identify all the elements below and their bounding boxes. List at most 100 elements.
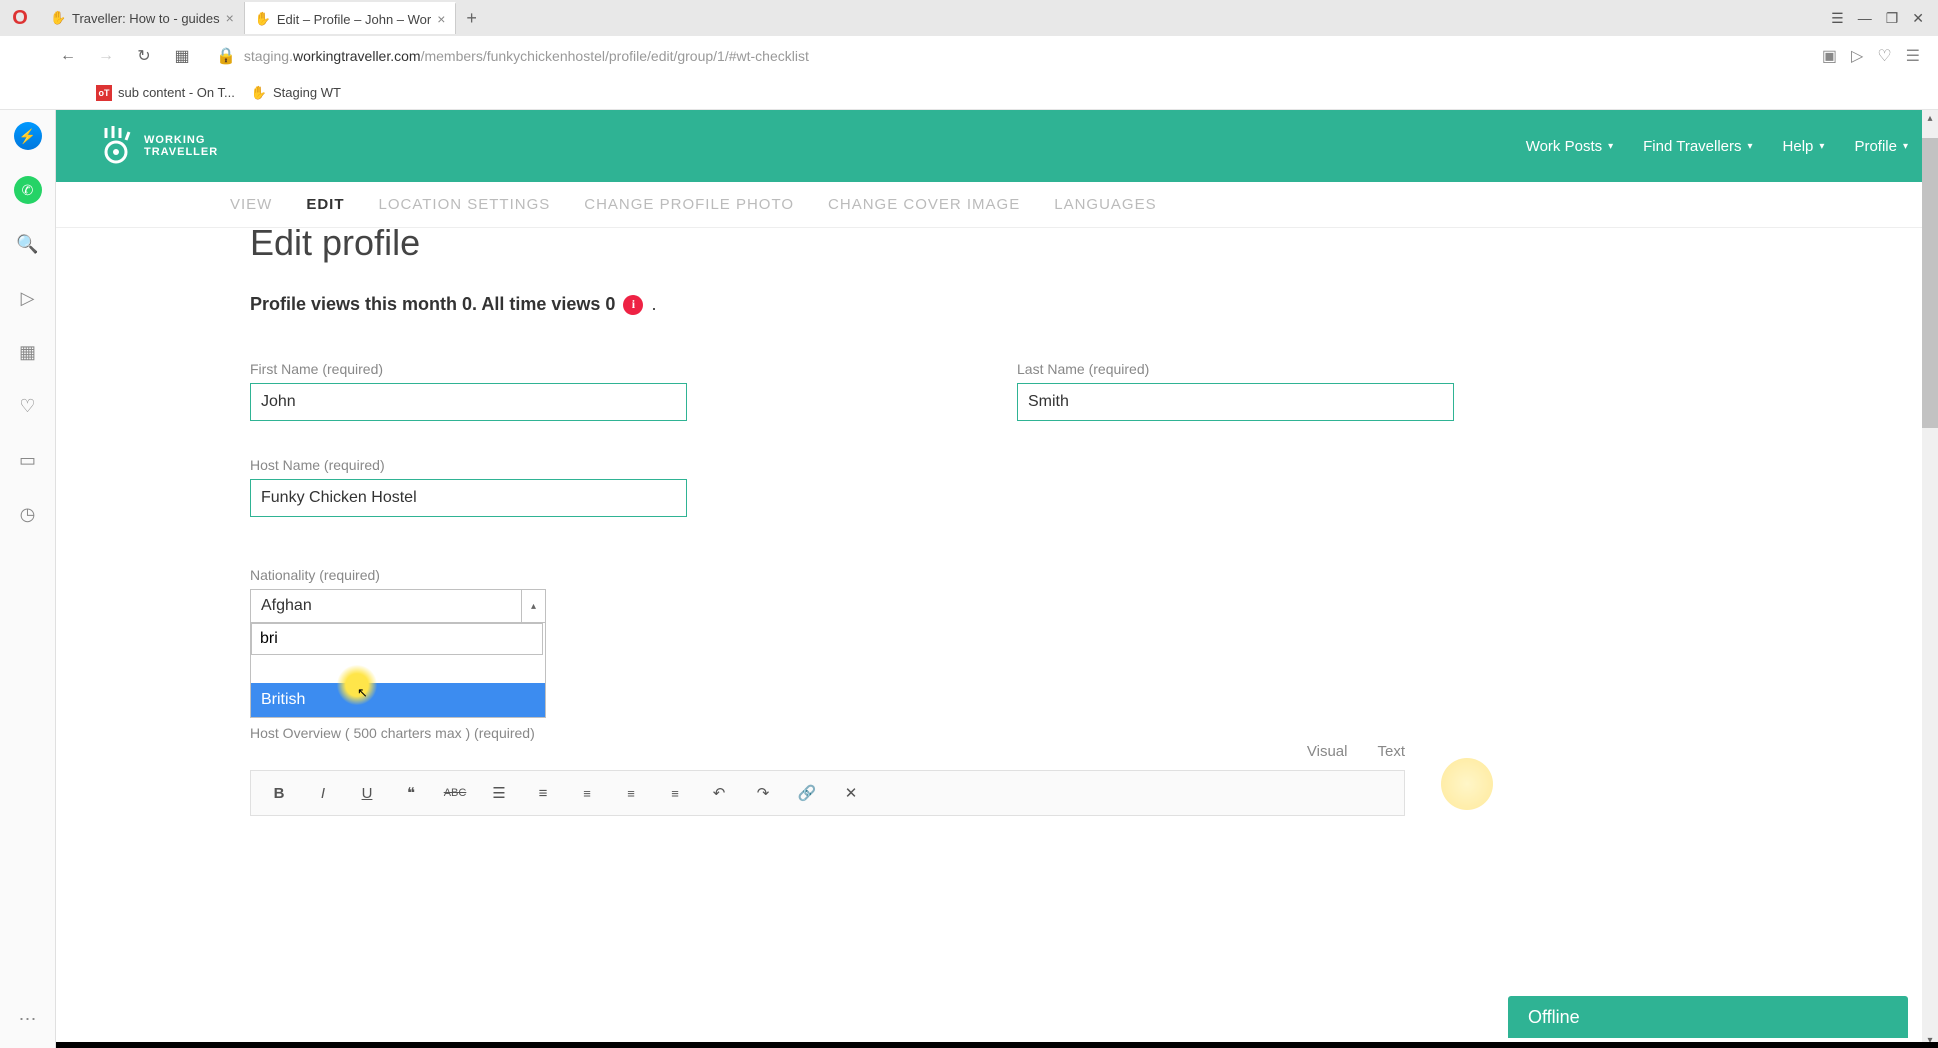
field-host-name: Host Name (required) bbox=[250, 457, 1938, 517]
history-icon[interactable]: ◷ bbox=[14, 500, 42, 528]
italic-button[interactable]: I bbox=[305, 777, 341, 809]
site-logo[interactable]: WORKING TRAVELLER bbox=[96, 126, 218, 166]
bookmark-2[interactable]: ✋ Staging WT bbox=[251, 85, 341, 101]
editor-tab-text[interactable]: Text bbox=[1377, 743, 1405, 760]
nav-help[interactable]: Help ▾ bbox=[1783, 138, 1825, 155]
nav-label: Work Posts bbox=[1526, 138, 1602, 155]
subnav-change-photo[interactable]: CHANGE PROFILE PHOTO bbox=[584, 196, 794, 213]
site-header: WORKING TRAVELLER Work Posts ▾ Find Trav… bbox=[56, 110, 1938, 182]
field-nationality: Nationality (required) Afghan ▴ British … bbox=[250, 567, 1938, 623]
link-button[interactable]: 🔗 bbox=[789, 777, 825, 809]
align-left-button[interactable]: ≡ bbox=[569, 777, 605, 809]
bookmark-icon: oT bbox=[96, 85, 112, 101]
caret-up-icon[interactable]: ▴ bbox=[521, 590, 545, 622]
snapshot-icon[interactable]: ▣ bbox=[1822, 46, 1837, 66]
last-name-input[interactable] bbox=[1017, 383, 1454, 421]
fullscreen-button[interactable]: ✕ bbox=[833, 777, 869, 809]
minimize-button[interactable]: — bbox=[1858, 10, 1872, 26]
subnav-edit[interactable]: EDIT bbox=[306, 196, 344, 213]
bookmark-label: sub content - On T... bbox=[118, 85, 235, 100]
news-icon[interactable]: ▭ bbox=[14, 446, 42, 474]
close-icon[interactable]: × bbox=[437, 11, 445, 27]
select-search-input[interactable] bbox=[251, 623, 543, 655]
select-option-blank[interactable] bbox=[251, 655, 545, 683]
tab-1[interactable]: ✋ Traveller: How to - guides × bbox=[40, 2, 245, 34]
subnav-view[interactable]: VIEW bbox=[230, 196, 272, 213]
subnav-languages[interactable]: LANGUAGES bbox=[1054, 196, 1156, 213]
nav-profile[interactable]: Profile ▾ bbox=[1854, 138, 1908, 155]
editor-tabs: Visual Text bbox=[250, 743, 1405, 760]
search-icon[interactable]: 🔍 bbox=[14, 230, 42, 258]
close-icon[interactable]: × bbox=[226, 10, 234, 26]
align-center-button[interactable]: ≡ bbox=[613, 777, 649, 809]
chat-widget[interactable]: Offline bbox=[1508, 996, 1908, 1038]
reload-button[interactable]: ↻ bbox=[130, 42, 158, 70]
select-dropdown: British ↖ bbox=[250, 623, 546, 718]
subnav-location-settings[interactable]: LOCATION SETTINGS bbox=[379, 196, 551, 213]
close-window-button[interactable]: ✕ bbox=[1912, 10, 1924, 27]
field-first-name: First Name (required) bbox=[250, 361, 687, 421]
align-right-button[interactable]: ≡ bbox=[657, 777, 693, 809]
nav-work-posts[interactable]: Work Posts ▾ bbox=[1526, 138, 1613, 155]
quote-button[interactable]: ❝ bbox=[393, 777, 429, 809]
select-option-british[interactable]: British ↖ bbox=[251, 683, 545, 717]
address-bar[interactable]: 🔒 staging.workingtraveller.com/members/f… bbox=[206, 46, 1802, 66]
stats-dot: . bbox=[651, 294, 656, 315]
bookmark-label: Staging WT bbox=[273, 85, 341, 100]
editor-tab-visual[interactable]: Visual bbox=[1307, 743, 1348, 760]
messenger-icon[interactable]: ⚡ bbox=[14, 122, 42, 150]
tab-title: Edit – Profile – John – Wor bbox=[277, 12, 431, 27]
scrollbar[interactable]: ▴ ▾ bbox=[1922, 110, 1938, 1048]
nav-find-travellers[interactable]: Find Travellers ▾ bbox=[1643, 138, 1752, 155]
scrollbar-thumb[interactable] bbox=[1922, 138, 1938, 428]
bullet-list-button[interactable]: ☰ bbox=[481, 777, 517, 809]
chat-status: Offline bbox=[1528, 1007, 1580, 1028]
speed-dial-button[interactable]: ▦ bbox=[168, 42, 196, 70]
first-name-input[interactable] bbox=[250, 383, 687, 421]
forward-button[interactable]: → bbox=[92, 42, 120, 70]
browser-chrome: O ✋ Traveller: How to - guides × ✋ Edit … bbox=[0, 0, 1938, 111]
tab-title: Traveller: How to - guides bbox=[72, 11, 220, 26]
info-icon[interactable]: i bbox=[623, 295, 643, 315]
select-display[interactable]: Afghan ▴ bbox=[250, 589, 546, 623]
subnav-change-cover[interactable]: CHANGE COVER IMAGE bbox=[828, 196, 1020, 213]
whatsapp-icon[interactable]: ✆ bbox=[14, 176, 42, 204]
maximize-button[interactable]: ❐ bbox=[1886, 10, 1899, 27]
number-list-button[interactable]: ≡ bbox=[525, 777, 561, 809]
heart-icon[interactable]: ♡ bbox=[14, 392, 42, 420]
profile-stats: Profile views this month 0. All time vie… bbox=[250, 294, 1938, 315]
host-name-input[interactable] bbox=[250, 479, 687, 517]
lock-icon: 🔒 bbox=[216, 46, 236, 66]
undo-button[interactable]: ↶ bbox=[701, 777, 737, 809]
more-icon[interactable]: ⋯ bbox=[19, 1009, 37, 1030]
nav-label: Profile bbox=[1854, 138, 1897, 155]
send-icon[interactable]: ▷ bbox=[1851, 46, 1863, 66]
sidebar-setup-icon[interactable]: ☰ bbox=[1906, 46, 1920, 66]
chevron-down-icon: ▾ bbox=[1819, 141, 1824, 152]
bookmark-1[interactable]: oT sub content - On T... bbox=[96, 85, 235, 101]
nav-label: Help bbox=[1783, 138, 1814, 155]
underline-button[interactable]: U bbox=[349, 777, 385, 809]
tabs-row: ✋ Traveller: How to - guides × ✋ Edit – … bbox=[40, 0, 1817, 36]
strikethrough-button[interactable]: ABC bbox=[437, 777, 473, 809]
nationality-select[interactable]: Afghan ▴ British ↖ bbox=[250, 589, 546, 623]
opera-logo[interactable]: O bbox=[0, 0, 40, 36]
easy-setup-icon[interactable]: ☰ bbox=[1831, 10, 1844, 27]
option-label: British bbox=[261, 691, 305, 708]
select-value: Afghan bbox=[261, 597, 312, 615]
flow-icon[interactable]: ▷ bbox=[14, 284, 42, 312]
taskbar-edge bbox=[56, 1042, 1938, 1048]
bold-button[interactable]: B bbox=[261, 777, 297, 809]
heart-icon[interactable]: ♡ bbox=[1877, 46, 1891, 66]
speed-dial-icon[interactable]: ▦ bbox=[14, 338, 42, 366]
back-button[interactable]: ← bbox=[54, 42, 82, 70]
new-tab-button[interactable]: + bbox=[456, 8, 487, 29]
bookmarks-bar: oT sub content - On T... ✋ Staging WT bbox=[0, 76, 1938, 110]
nav-label: Find Travellers bbox=[1643, 138, 1741, 155]
tab-2[interactable]: ✋ Edit – Profile – John – Wor × bbox=[245, 2, 457, 34]
page-viewport: WORKING TRAVELLER Work Posts ▾ Find Trav… bbox=[56, 110, 1938, 1048]
url-text: staging.workingtraveller.com/members/fun… bbox=[244, 48, 809, 64]
chevron-down-icon: ▾ bbox=[1903, 141, 1908, 152]
redo-button[interactable]: ↷ bbox=[745, 777, 781, 809]
scroll-up-icon[interactable]: ▴ bbox=[1922, 110, 1938, 126]
